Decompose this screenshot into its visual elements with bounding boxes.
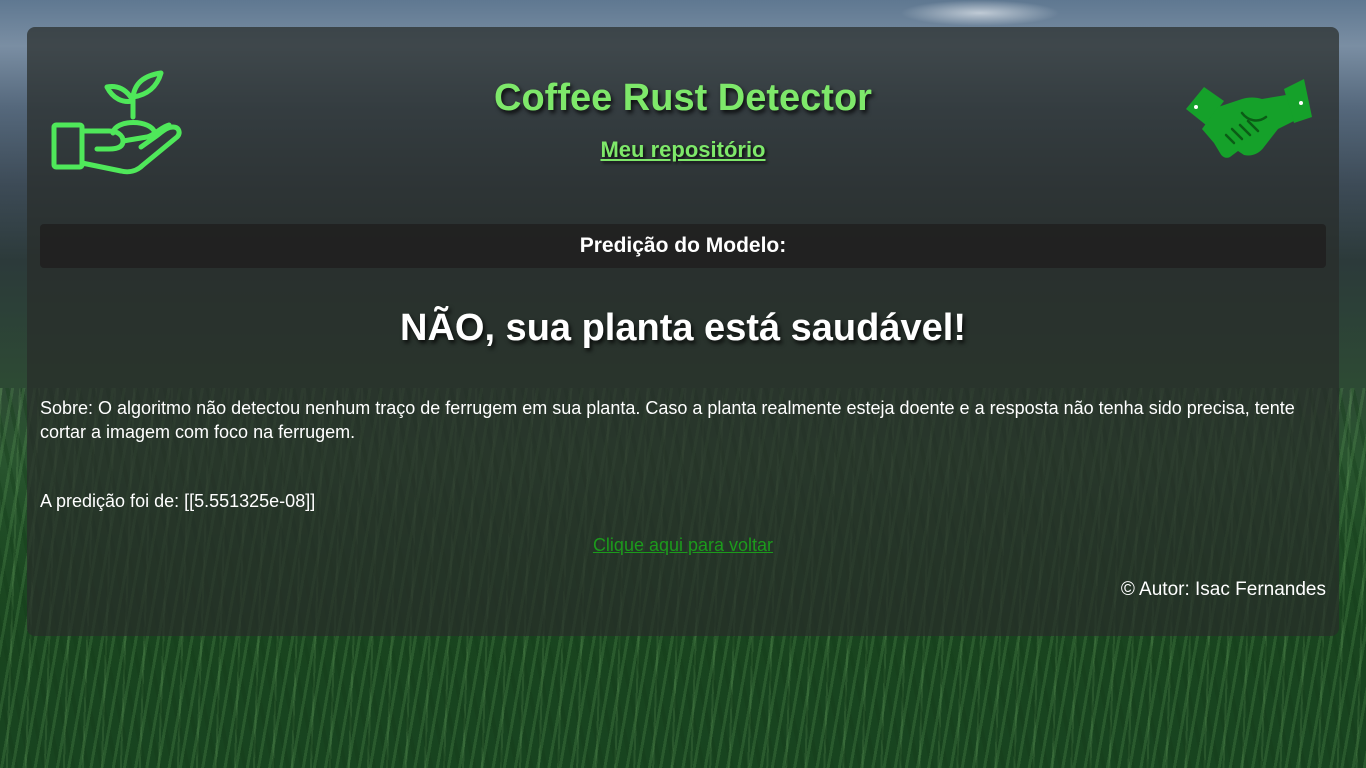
background-cloud bbox=[900, 0, 1060, 26]
author-credit: © Autor: Isac Fernandes bbox=[1120, 579, 1326, 600]
repository-link[interactable]: Meu repositório bbox=[600, 137, 765, 162]
section-heading-model-prediction: Predição do Modelo: bbox=[40, 224, 1326, 268]
prediction-result-headline: NÃO, sua planta está saudável! bbox=[400, 307, 966, 349]
back-link[interactable]: Clique aqui para voltar bbox=[593, 535, 773, 555]
handshake-icon bbox=[1182, 77, 1316, 167]
main-panel: Coffee Rust Detector Meu repositório Pre… bbox=[27, 27, 1339, 636]
repository-link-container: Meu repositório bbox=[27, 137, 1339, 163]
app-title: Coffee Rust Detector bbox=[494, 77, 872, 119]
back-link-container: Clique aqui para voltar bbox=[27, 535, 1339, 556]
about-description: Sobre: O algoritmo não detectou nenhum t… bbox=[40, 398, 1295, 442]
prediction-value: A predição foi de: [[5.551325e-08]] bbox=[40, 491, 316, 511]
